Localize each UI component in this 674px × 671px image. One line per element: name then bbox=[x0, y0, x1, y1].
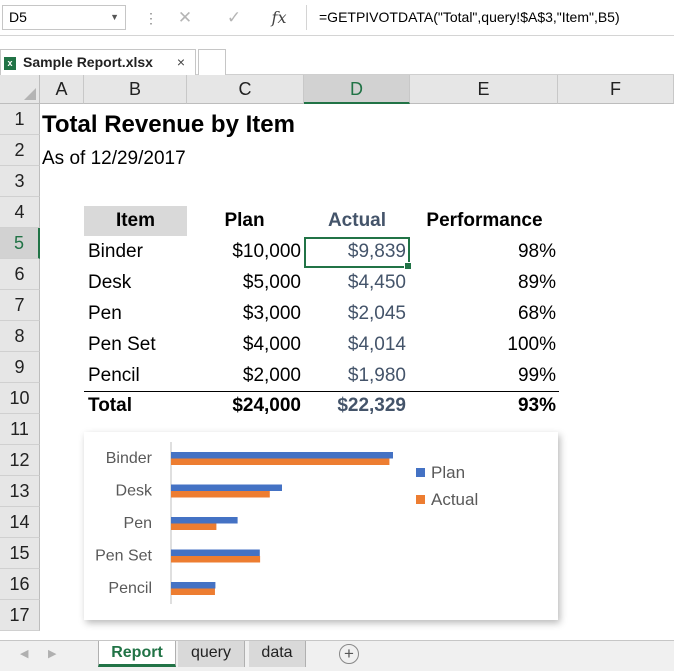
header-plan[interactable]: Plan bbox=[187, 210, 302, 232]
total-performance[interactable]: 93% bbox=[410, 395, 556, 417]
chart-category-label: Pen bbox=[124, 515, 152, 532]
header-performance[interactable]: Performance bbox=[410, 210, 559, 232]
chart-svg: Binder Desk Pen Pen Set Pencil Plan Actual bbox=[95, 442, 478, 604]
chart-bar-plan[interactable] bbox=[171, 452, 393, 459]
chart-bar-plan[interactable] bbox=[171, 549, 260, 557]
workbook-tab-strip: x Sample Report.xlsx × bbox=[0, 44, 674, 76]
actual-cell[interactable]: $2,045 bbox=[304, 303, 406, 325]
worksheet-grid[interactable]: ABCDEF 1 2 3 4 5 6 7 8 9 10 11 12 13 14 15 16 17 Total R… bbox=[0, 75, 674, 640]
row-header-3[interactable]: 3 bbox=[0, 166, 40, 197]
active-cell-outline[interactable] bbox=[304, 237, 412, 270]
chart-category-label: Pen Set bbox=[95, 548, 152, 565]
chart-bar-actual[interactable] bbox=[171, 588, 215, 596]
performance-cell[interactable]: 100% bbox=[410, 334, 556, 356]
legend-swatch-plan bbox=[416, 468, 425, 477]
column-header-a[interactable]: A bbox=[40, 75, 84, 104]
row-header-5[interactable]: 5 bbox=[0, 228, 40, 259]
row-header-12[interactable]: 12 bbox=[0, 445, 40, 476]
plan-cell[interactable]: $3,000 bbox=[187, 303, 301, 325]
chart-bar-actual[interactable] bbox=[171, 491, 270, 498]
row-header-9[interactable]: 9 bbox=[0, 352, 40, 383]
actual-cell[interactable]: $1,980 bbox=[304, 365, 406, 387]
sheet-tab-query[interactable]: query bbox=[178, 641, 245, 667]
insert-function-icon[interactable]: fx bbox=[264, 6, 294, 30]
legend-label-actual: Actual bbox=[431, 490, 478, 509]
chart-bar-actual[interactable] bbox=[171, 523, 217, 531]
chart-bar-actual[interactable] bbox=[171, 556, 261, 563]
row-header-7[interactable]: 7 bbox=[0, 290, 40, 321]
item-cell[interactable]: Binder bbox=[88, 241, 143, 263]
sheet-tab-report[interactable]: Report bbox=[98, 641, 176, 667]
performance-cell[interactable]: 98% bbox=[410, 241, 556, 263]
report-subtitle[interactable]: As of 12/29/2017 bbox=[42, 148, 186, 170]
row-header-8[interactable]: 8 bbox=[0, 321, 40, 352]
plan-cell[interactable]: $2,000 bbox=[187, 365, 301, 387]
drag-handle-icon[interactable]: ⋮ bbox=[144, 10, 158, 26]
actual-cell[interactable]: $4,450 bbox=[304, 272, 406, 294]
actual-cell[interactable]: $4,014 bbox=[304, 334, 406, 356]
column-header-b[interactable]: B bbox=[84, 75, 187, 104]
row-header-15[interactable]: 15 bbox=[0, 538, 40, 569]
row-header-14[interactable]: 14 bbox=[0, 507, 40, 538]
row-header-13[interactable]: 13 bbox=[0, 476, 40, 507]
item-cell[interactable]: Pen Set bbox=[88, 334, 156, 356]
total-plan[interactable]: $24,000 bbox=[187, 395, 301, 417]
total-divider bbox=[84, 391, 559, 392]
report-title[interactable]: Total Revenue by Item bbox=[42, 111, 295, 139]
performance-cell[interactable]: 68% bbox=[410, 303, 556, 325]
enter-icon[interactable]: ✓ bbox=[219, 6, 249, 30]
select-all-corner[interactable] bbox=[0, 75, 40, 104]
performance-cell[interactable]: 99% bbox=[410, 365, 556, 387]
scroll-right-icon[interactable]: ▶ bbox=[48, 647, 56, 660]
new-workbook-tab[interactable] bbox=[198, 49, 226, 76]
row-header-11[interactable]: 11 bbox=[0, 414, 40, 445]
chart-category-label: Pencil bbox=[108, 580, 152, 597]
scroll-left-icon[interactable]: ◀ bbox=[20, 647, 28, 660]
column-header-f[interactable]: F bbox=[558, 75, 674, 104]
row-header-10[interactable]: 10 bbox=[0, 383, 40, 414]
chart-category-label: Binder bbox=[106, 450, 153, 467]
item-cell[interactable]: Pencil bbox=[88, 365, 140, 387]
header-item[interactable]: Item bbox=[84, 210, 187, 232]
sheet-tab-bar: ◀ ▶ Report query data + bbox=[0, 640, 674, 671]
add-sheet-button[interactable]: + bbox=[339, 644, 359, 664]
chart-bar-plan[interactable] bbox=[171, 582, 216, 589]
sheet-tab-data[interactable]: data bbox=[249, 641, 306, 667]
plan-cell[interactable]: $4,000 bbox=[187, 334, 301, 356]
legend-swatch-actual bbox=[416, 495, 425, 504]
header-actual[interactable]: Actual bbox=[304, 210, 410, 232]
row-header-6[interactable]: 6 bbox=[0, 259, 40, 290]
workbook-tab[interactable]: x Sample Report.xlsx × bbox=[0, 49, 196, 76]
revenue-bar-chart[interactable]: Binder Desk Pen Pen Set Pencil Plan Actual bbox=[84, 432, 558, 620]
close-icon[interactable]: × bbox=[177, 50, 185, 75]
legend-label-plan: Plan bbox=[431, 463, 465, 482]
formula-input[interactable]: =GETPIVOTDATA("Total",query!$A$3,"Item",… bbox=[306, 5, 674, 30]
column-header-e[interactable]: E bbox=[410, 75, 558, 104]
name-box[interactable]: D5 ▼ bbox=[2, 5, 126, 30]
plan-cell[interactable]: $10,000 bbox=[187, 241, 301, 263]
chart-category-label: Desk bbox=[116, 483, 153, 500]
total-actual[interactable]: $22,329 bbox=[304, 395, 406, 417]
chart-bar-plan[interactable] bbox=[171, 484, 282, 492]
performance-cell[interactable]: 89% bbox=[410, 272, 556, 294]
chart-bar-plan[interactable] bbox=[171, 517, 238, 524]
row-header-17[interactable]: 17 bbox=[0, 600, 40, 631]
workbook-title: Sample Report.xlsx bbox=[23, 54, 153, 70]
plan-cell[interactable]: $5,000 bbox=[187, 272, 301, 294]
formula-bar: D5 ▼ ⋮ ✕ ✓ fx =GETPIVOTDATA("Total",quer… bbox=[0, 0, 674, 36]
row-header-4[interactable]: 4 bbox=[0, 197, 40, 228]
row-header-2[interactable]: 2 bbox=[0, 135, 40, 166]
column-header-c[interactable]: C bbox=[187, 75, 304, 104]
column-header-d[interactable]: D bbox=[304, 75, 410, 104]
row-header-1[interactable]: 1 bbox=[0, 104, 40, 135]
item-cell[interactable]: Pen bbox=[88, 303, 122, 325]
row-header-16[interactable]: 16 bbox=[0, 569, 40, 600]
item-cell[interactable]: Desk bbox=[88, 272, 131, 294]
chart-bar-actual[interactable] bbox=[171, 458, 390, 466]
total-label[interactable]: Total bbox=[88, 395, 132, 417]
excel-file-icon: x bbox=[4, 57, 16, 70]
cancel-icon[interactable]: ✕ bbox=[170, 6, 200, 30]
chevron-down-icon[interactable]: ▼ bbox=[110, 6, 119, 29]
name-box-value: D5 bbox=[9, 9, 27, 25]
